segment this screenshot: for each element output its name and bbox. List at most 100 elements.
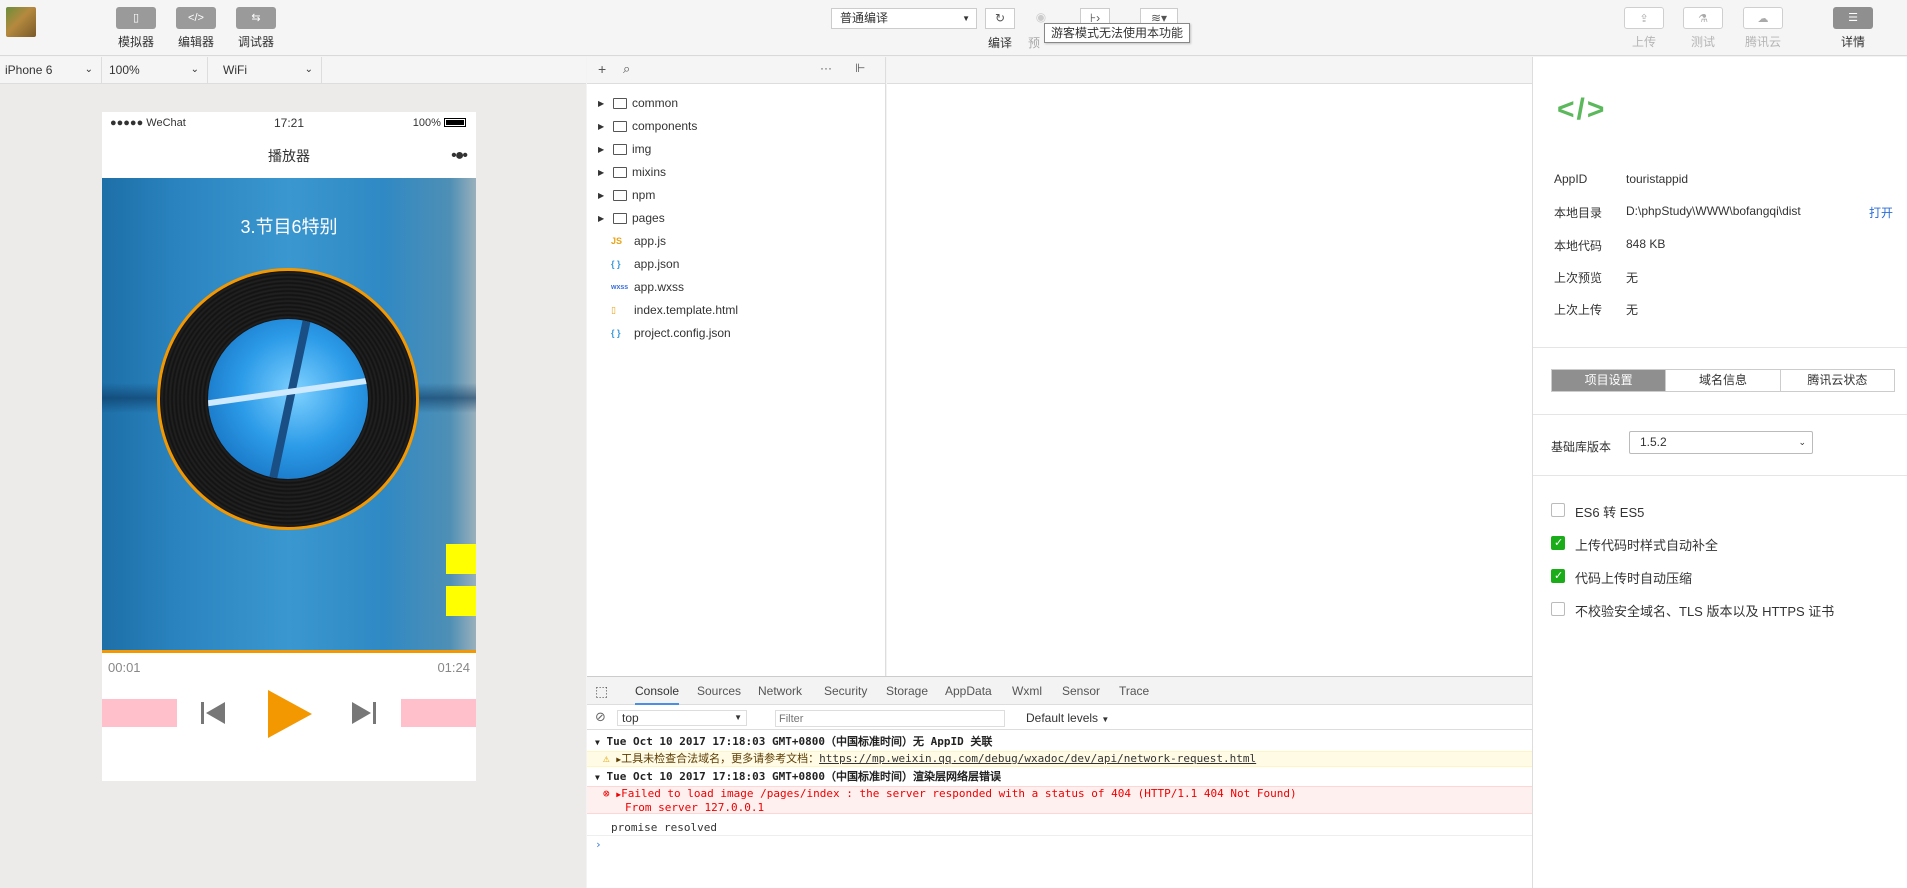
clear-console-icon[interactable]: ⊘ <box>595 709 606 725</box>
warning-message: ⚠ ▶工具未检查合法域名，更多请参考文档：https://mp.weixin.q… <box>587 751 1532 767</box>
row-value: 848 KB <box>1626 237 1666 251</box>
tab-sources[interactable]: Sources <box>697 677 741 705</box>
open-dir-link[interactable]: 打开 <box>1869 204 1893 221</box>
editor-toggle-button[interactable]: </> 编辑器 <box>166 7 226 50</box>
inspect-element-icon[interactable]: ⬚ <box>595 677 608 705</box>
upload-icon: ⇪ <box>1624 7 1664 29</box>
more-options-icon[interactable]: ··· <box>820 61 832 75</box>
yellow-block-1[interactable] <box>446 544 476 574</box>
device-select[interactable]: iPhone 6 ⌄ <box>0 57 102 83</box>
battery-status: 100% <box>413 117 466 129</box>
lib-version-value: 1.5.2 <box>1640 435 1667 449</box>
upload-label: 上传 <box>1631 35 1656 49</box>
progress-bar[interactable] <box>102 650 476 653</box>
folder-pages[interactable]: ▶ pages <box>587 207 886 230</box>
caret-down-icon: ▼ <box>734 713 742 722</box>
compile-button[interactable]: ↻ <box>985 8 1015 29</box>
context-value: top <box>622 711 639 725</box>
folder-common[interactable]: ▶ common <box>587 92 886 115</box>
file-name: app.wxss <box>634 280 685 294</box>
checkbox-box[interactable] <box>1551 569 1565 583</box>
folder-mixins[interactable]: ▶ mixins <box>587 161 886 184</box>
tab-network[interactable]: Network <box>758 677 802 705</box>
file-project-config-json[interactable]: { } project.config.json <box>587 322 886 345</box>
add-file-icon[interactable]: + <box>598 61 606 77</box>
devtools-tabs: ⬚ Console Sources Network Security Stora… <box>587 677 1532 705</box>
phone-icon: ▯ <box>116 7 156 29</box>
play-icon[interactable] <box>268 690 312 738</box>
log-group-header[interactable]: ▼ Tue Oct 10 2017 17:18:03 GMT+0800（中国标准… <box>587 769 1532 785</box>
lib-version-select[interactable]: 1.5.2 ⌄ <box>1629 431 1813 454</box>
checkbox-box[interactable] <box>1551 536 1565 550</box>
error-source: From server 127.0.0.1 <box>625 801 765 814</box>
tab-sensor[interactable]: Sensor <box>1062 677 1100 705</box>
details-tabs: 项目设置 域名信息 腾讯云状态 <box>1551 369 1895 392</box>
folder-components[interactable]: ▶ components <box>587 115 886 138</box>
code-icon: </> <box>176 7 216 29</box>
yellow-block-2[interactable] <box>446 586 476 616</box>
upload-button[interactable]: ⇪ 上传 <box>1614 7 1674 50</box>
file-app-js[interactable]: JS app.js <box>587 230 886 253</box>
tab-appdata[interactable]: AppData <box>945 677 992 705</box>
folder-npm[interactable]: ▶ npm <box>587 184 886 207</box>
pink-block-left[interactable] <box>102 699 177 727</box>
previous-track-icon[interactable] <box>200 701 226 725</box>
tab-storage[interactable]: Storage <box>886 677 928 705</box>
tab-tencent-cloud-status[interactable]: 腾讯云状态 <box>1781 370 1894 391</box>
top-toolbar: ▯ 模拟器 </> 编辑器 ⇆ 调试器 普通编译 ▼ ↻ 编译 ◉ 预 ⊦› ≋… <box>0 0 1907 56</box>
debug-icon: ⇆ <box>236 7 276 29</box>
search-icon[interactable]: ⌕ <box>623 61 630 77</box>
folder-icon <box>613 167 627 178</box>
log-group-text: Tue Oct 10 2017 17:18:03 GMT+0800（中国标准时间… <box>606 735 993 748</box>
editor-area[interactable] <box>887 57 1532 676</box>
row-key: 上次预览 <box>1554 271 1603 285</box>
docs-link[interactable]: https://mp.weixin.qq.com/debug/wxadoc/de… <box>819 752 1256 765</box>
checkbox-label: 上传代码时样式自动补全 <box>1575 538 1719 553</box>
more-icon[interactable]: •●• <box>451 134 468 178</box>
lib-version-label: 基础库版本 <box>1551 440 1612 454</box>
album-cover-background: 3.节目6特别 <box>102 178 476 650</box>
folder-img[interactable]: ▶ img <box>587 138 886 161</box>
compile-label: 编译 <box>988 36 1013 50</box>
preview-label: 预 <box>1028 36 1041 50</box>
tab-console[interactable]: Console <box>635 677 680 705</box>
file-index-template-html[interactable]: ▯ index.template.html <box>587 299 886 322</box>
next-track-icon[interactable] <box>351 701 377 725</box>
chevron-down-icon: ⌄ <box>190 64 199 75</box>
network-select[interactable]: WiFi ⌄ <box>218 57 322 83</box>
total-time: 01:24 <box>437 660 470 675</box>
tab-wxml[interactable]: Wxml <box>1012 677 1042 705</box>
chevron-down-icon: ⌄ <box>1798 437 1806 447</box>
log-group-header[interactable]: ▼ Tue Oct 10 2017 17:18:03 GMT+0800（中国标准… <box>587 733 1532 750</box>
caret-right-icon: ▶ <box>598 99 605 108</box>
tab-domain-info[interactable]: 域名信息 <box>1666 370 1781 391</box>
caret-right-icon: ▶ <box>598 214 605 223</box>
user-avatar[interactable] <box>6 7 36 37</box>
context-select[interactable]: top ▼ <box>617 710 747 726</box>
log-levels-select[interactable]: Default levels ▼ <box>1026 711 1109 725</box>
test-button[interactable]: ⚗ 测试 <box>1673 7 1733 50</box>
compile-mode-select[interactable]: 普通编译 ▼ <box>831 8 977 29</box>
tab-security[interactable]: Security <box>824 677 867 705</box>
tab-trace[interactable]: Trace <box>1119 677 1149 705</box>
checkbox-box[interactable] <box>1551 503 1565 517</box>
details-button[interactable]: ☰ 详情 <box>1823 7 1883 50</box>
folder-icon <box>613 144 627 155</box>
file-app-json[interactable]: { } app.json <box>587 253 886 276</box>
debugger-toggle-button[interactable]: ⇆ 调试器 <box>226 7 286 50</box>
file-app-wxss[interactable]: wxss app.wxss <box>587 276 886 299</box>
zoom-select[interactable]: 100% ⌄ <box>104 57 208 83</box>
console-prompt[interactable]: › <box>587 837 1532 853</box>
checkbox-box[interactable] <box>1551 602 1565 616</box>
simulator-toggle-button[interactable]: ▯ 模拟器 <box>106 7 166 50</box>
collapse-panel-icon[interactable]: ⊩ <box>855 61 865 75</box>
pink-block-right[interactable] <box>401 699 476 727</box>
tab-project-settings[interactable]: 项目设置 <box>1552 370 1667 391</box>
battery-percent: 100% <box>412 117 441 129</box>
tencent-cloud-button[interactable]: ☁ 腾讯云 <box>1733 7 1793 50</box>
json-file-icon: { } <box>611 259 621 269</box>
log-group-text: Tue Oct 10 2017 17:18:03 GMT+0800（中国标准时间… <box>606 770 1001 783</box>
row-key: 本地代码 <box>1554 239 1603 253</box>
console-filter-bar: ⊘ top ▼ Default levels ▼ <box>587 706 1532 730</box>
console-filter-input[interactable] <box>775 710 1005 727</box>
